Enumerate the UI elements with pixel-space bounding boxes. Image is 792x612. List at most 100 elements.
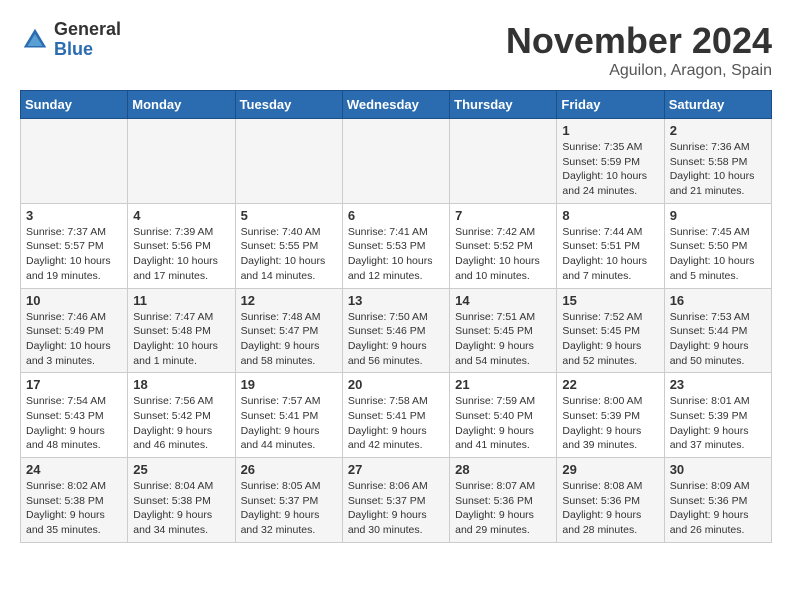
day-info: Sunrise: 8:01 AM Sunset: 5:39 PM Dayligh… bbox=[670, 394, 766, 453]
day-number: 30 bbox=[670, 462, 766, 477]
day-number: 17 bbox=[26, 377, 122, 392]
calendar-cell: 29Sunrise: 8:08 AM Sunset: 5:36 PM Dayli… bbox=[557, 458, 664, 543]
calendar-cell: 14 Sunrise: 7:51 AM Sunset: 5:45 PM Dayli… bbox=[450, 288, 557, 373]
weekday-header: Monday bbox=[128, 91, 235, 119]
day-info: Sunrise: 8:02 AM Sunset: 5:38 PM Dayligh… bbox=[26, 479, 122, 538]
weekday-header: Tuesday bbox=[235, 91, 342, 119]
day-number: 22 bbox=[562, 377, 658, 392]
weekday-header: Saturday bbox=[664, 91, 771, 119]
calendar-cell: 23 Sunrise: 8:01 AM Sunset: 5:39 PM Dayli… bbox=[664, 373, 771, 458]
day-number: 5 bbox=[241, 208, 337, 223]
day-number: 16 bbox=[670, 293, 766, 308]
day-number: 4 bbox=[133, 208, 229, 223]
weekday-header: Wednesday bbox=[342, 91, 449, 119]
logo-general: General bbox=[54, 20, 121, 40]
calendar-cell: 6 Sunrise: 7:41 AM Sunset: 5:53 PM Daylig… bbox=[342, 203, 449, 288]
calendar-cell: 18Sunrise: 7:56 AM Sunset: 5:42 PM Dayli… bbox=[128, 373, 235, 458]
weekday-header: Sunday bbox=[21, 91, 128, 119]
logo: General Blue bbox=[20, 20, 121, 60]
calendar-cell bbox=[128, 119, 235, 204]
calendar-cell: 1 Sunrise: 7:35 AM Sunset: 5:59 PM Daylig… bbox=[557, 119, 664, 204]
day-number: 23 bbox=[670, 377, 766, 392]
page-header: General Blue November 2024 Aguilon, Arag… bbox=[20, 20, 772, 80]
calendar-cell: 17Sunrise: 7:54 AM Sunset: 5:43 PM Dayli… bbox=[21, 373, 128, 458]
calendar-cell bbox=[21, 119, 128, 204]
day-number: 12 bbox=[241, 293, 337, 308]
day-number: 3 bbox=[26, 208, 122, 223]
calendar-cell bbox=[235, 119, 342, 204]
day-number: 8 bbox=[562, 208, 658, 223]
calendar-cell: 28Sunrise: 8:07 AM Sunset: 5:36 PM Dayli… bbox=[450, 458, 557, 543]
day-info: Sunrise: 7:51 AM Sunset: 5:45 PM Dayligh… bbox=[455, 310, 551, 369]
calendar-cell: 26Sunrise: 8:05 AM Sunset: 5:37 PM Dayli… bbox=[235, 458, 342, 543]
calendar-body: 1 Sunrise: 7:35 AM Sunset: 5:59 PM Daylig… bbox=[21, 119, 772, 543]
weekday-row: SundayMondayTuesdayWednesdayThursdayFrid… bbox=[21, 91, 772, 119]
calendar-cell: 12Sunrise: 7:48 AM Sunset: 5:47 PM Dayli… bbox=[235, 288, 342, 373]
day-info: Sunrise: 8:08 AM Sunset: 5:36 PM Dayligh… bbox=[562, 479, 658, 538]
calendar-cell: 4 Sunrise: 7:39 AM Sunset: 5:56 PM Daylig… bbox=[128, 203, 235, 288]
day-info: Sunrise: 7:41 AM Sunset: 5:53 PM Dayligh… bbox=[348, 225, 444, 284]
day-number: 9 bbox=[670, 208, 766, 223]
calendar-header: SundayMondayTuesdayWednesdayThursdayFrid… bbox=[21, 91, 772, 119]
day-info: Sunrise: 7:58 AM Sunset: 5:41 PM Dayligh… bbox=[348, 394, 444, 453]
day-info: Sunrise: 7:35 AM Sunset: 5:59 PM Dayligh… bbox=[562, 140, 658, 199]
day-info: Sunrise: 7:37 AM Sunset: 5:57 PM Dayligh… bbox=[26, 225, 122, 284]
location: Aguilon, Aragon, Spain bbox=[506, 62, 772, 80]
calendar-cell: 10Sunrise: 7:46 AM Sunset: 5:49 PM Dayli… bbox=[21, 288, 128, 373]
calendar-cell: 22Sunrise: 8:00 AM Sunset: 5:39 PM Dayli… bbox=[557, 373, 664, 458]
day-number: 1 bbox=[562, 123, 658, 138]
day-number: 19 bbox=[241, 377, 337, 392]
calendar-cell: 3 Sunrise: 7:37 AM Sunset: 5:57 PM Daylig… bbox=[21, 203, 128, 288]
calendar-cell: 5 Sunrise: 7:40 AM Sunset: 5:55 PM Daylig… bbox=[235, 203, 342, 288]
calendar-week-row: 1 Sunrise: 7:35 AM Sunset: 5:59 PM Daylig… bbox=[21, 119, 772, 204]
day-info: Sunrise: 7:50 AM Sunset: 5:46 PM Dayligh… bbox=[348, 310, 444, 369]
day-number: 28 bbox=[455, 462, 551, 477]
day-number: 20 bbox=[348, 377, 444, 392]
day-number: 13 bbox=[348, 293, 444, 308]
day-info: Sunrise: 7:57 AM Sunset: 5:41 PM Dayligh… bbox=[241, 394, 337, 453]
calendar-cell: 13 Sunrise: 7:50 AM Sunset: 5:46 PM Dayli… bbox=[342, 288, 449, 373]
day-number: 24 bbox=[26, 462, 122, 477]
month-title: November 2024 bbox=[506, 20, 772, 62]
calendar-cell: 2Sunrise: 7:36 AM Sunset: 5:58 PM Daylig… bbox=[664, 119, 771, 204]
calendar-cell: 24 Sunrise: 8:02 AM Sunset: 5:38 PM Dayli… bbox=[21, 458, 128, 543]
day-number: 14 bbox=[455, 293, 551, 308]
weekday-header: Thursday bbox=[450, 91, 557, 119]
day-number: 15 bbox=[562, 293, 658, 308]
calendar-cell: 21 Sunrise: 7:59 AM Sunset: 5:40 PM Dayli… bbox=[450, 373, 557, 458]
calendar-cell bbox=[450, 119, 557, 204]
title-block: November 2024 Aguilon, Aragon, Spain bbox=[506, 20, 772, 80]
calendar-week-row: 3 Sunrise: 7:37 AM Sunset: 5:57 PM Daylig… bbox=[21, 203, 772, 288]
day-info: Sunrise: 8:09 AM Sunset: 5:36 PM Dayligh… bbox=[670, 479, 766, 538]
day-info: Sunrise: 7:46 AM Sunset: 5:49 PM Dayligh… bbox=[26, 310, 122, 369]
calendar-week-row: 17Sunrise: 7:54 AM Sunset: 5:43 PM Dayli… bbox=[21, 373, 772, 458]
day-info: Sunrise: 8:04 AM Sunset: 5:38 PM Dayligh… bbox=[133, 479, 229, 538]
calendar-cell: 25 Sunrise: 8:04 AM Sunset: 5:38 PM Dayli… bbox=[128, 458, 235, 543]
day-info: Sunrise: 7:44 AM Sunset: 5:51 PM Dayligh… bbox=[562, 225, 658, 284]
day-info: Sunrise: 7:52 AM Sunset: 5:45 PM Dayligh… bbox=[562, 310, 658, 369]
day-info: Sunrise: 7:59 AM Sunset: 5:40 PM Dayligh… bbox=[455, 394, 551, 453]
calendar-cell: 11Sunrise: 7:47 AM Sunset: 5:48 PM Dayli… bbox=[128, 288, 235, 373]
logo-blue: Blue bbox=[54, 40, 121, 60]
day-info: Sunrise: 7:40 AM Sunset: 5:55 PM Dayligh… bbox=[241, 225, 337, 284]
calendar-cell: 9 Sunrise: 7:45 AM Sunset: 5:50 PM Daylig… bbox=[664, 203, 771, 288]
calendar-cell: 8 Sunrise: 7:44 AM Sunset: 5:51 PM Daylig… bbox=[557, 203, 664, 288]
logo-text: General Blue bbox=[54, 20, 121, 60]
weekday-header: Friday bbox=[557, 91, 664, 119]
calendar-table: SundayMondayTuesdayWednesdayThursdayFrid… bbox=[20, 90, 772, 543]
day-number: 2 bbox=[670, 123, 766, 138]
day-info: Sunrise: 7:47 AM Sunset: 5:48 PM Dayligh… bbox=[133, 310, 229, 369]
day-number: 27 bbox=[348, 462, 444, 477]
day-info: Sunrise: 7:42 AM Sunset: 5:52 PM Dayligh… bbox=[455, 225, 551, 284]
day-info: Sunrise: 7:45 AM Sunset: 5:50 PM Dayligh… bbox=[670, 225, 766, 284]
day-number: 25 bbox=[133, 462, 229, 477]
day-info: Sunrise: 7:39 AM Sunset: 5:56 PM Dayligh… bbox=[133, 225, 229, 284]
logo-icon bbox=[20, 25, 50, 55]
day-number: 21 bbox=[455, 377, 551, 392]
day-number: 7 bbox=[455, 208, 551, 223]
day-info: Sunrise: 7:56 AM Sunset: 5:42 PM Dayligh… bbox=[133, 394, 229, 453]
day-number: 6 bbox=[348, 208, 444, 223]
calendar-cell: 19 Sunrise: 7:57 AM Sunset: 5:41 PM Dayli… bbox=[235, 373, 342, 458]
day-number: 26 bbox=[241, 462, 337, 477]
calendar-week-row: 10Sunrise: 7:46 AM Sunset: 5:49 PM Dayli… bbox=[21, 288, 772, 373]
